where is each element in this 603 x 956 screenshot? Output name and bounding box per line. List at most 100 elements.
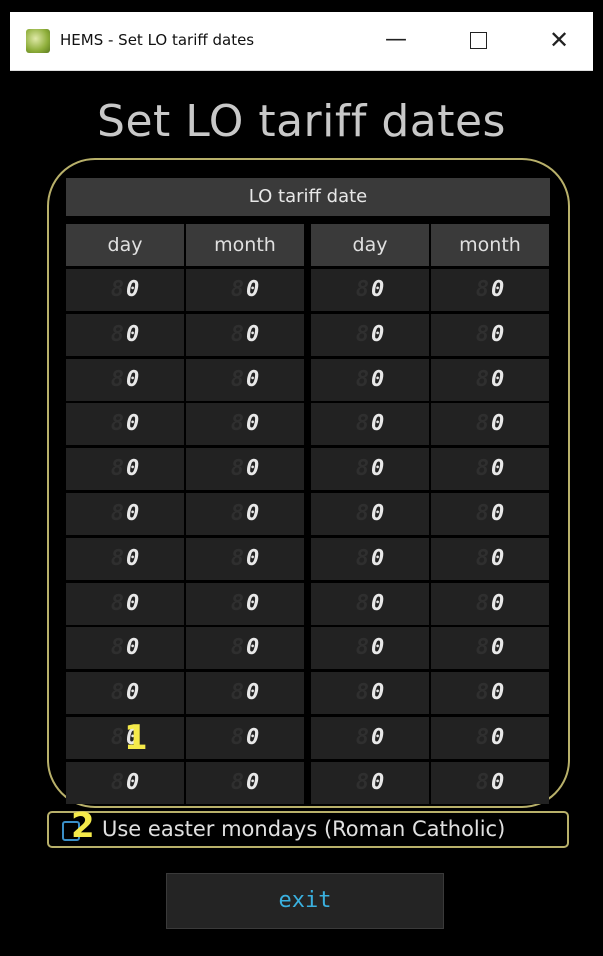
seven-segment-ghost-digit: 8	[230, 590, 244, 616]
date-value: 0	[126, 456, 140, 482]
date-cell-month[interactable]: 80	[431, 537, 549, 580]
seven-segment-ghost-digit: 8	[110, 725, 124, 750]
date-cell-month[interactable]: 80	[431, 403, 549, 446]
table-header: LO tariff date	[66, 178, 550, 216]
date-cell-day[interactable]: 80	[311, 448, 429, 491]
date-value: 0	[491, 635, 505, 661]
close-button[interactable]: ✕	[537, 20, 581, 60]
date-cell-day[interactable]: 80	[66, 358, 184, 401]
column-header-month-left: month	[186, 224, 304, 266]
date-cell-day[interactable]: 80	[311, 358, 429, 401]
date-cell-month[interactable]: 80	[186, 672, 304, 715]
seven-segment-ghost-digit: 8	[475, 725, 489, 750]
date-cell-day[interactable]: 80	[66, 269, 184, 311]
date-cell-month[interactable]: 80	[431, 672, 549, 715]
date-cell-month[interactable]: 80	[186, 761, 304, 804]
seven-segment-ghost-digit: 8	[355, 769, 369, 795]
date-cell-month[interactable]: 80	[186, 717, 304, 759]
date-cell-month[interactable]: 80	[186, 537, 304, 580]
date-cell-day[interactable]: 80	[66, 761, 184, 804]
seven-segment-ghost-digit: 8	[355, 277, 369, 302]
date-cell-day[interactable]: 80	[311, 269, 429, 311]
date-value: 0	[126, 635, 140, 661]
seven-segment-ghost-digit: 8	[355, 411, 369, 437]
date-cell-month[interactable]: 80	[431, 717, 549, 759]
seven-segment-ghost-digit: 8	[355, 725, 369, 750]
seven-segment-ghost-digit: 8	[230, 321, 244, 347]
date-cell-month[interactable]: 80	[431, 313, 549, 356]
seven-segment-ghost-digit: 8	[110, 321, 124, 347]
date-cell-day[interactable]: 80	[311, 537, 429, 580]
date-cell-day[interactable]: 80	[66, 313, 184, 356]
seven-segment-ghost-digit: 8	[355, 680, 369, 706]
date-cell-day[interactable]: 80	[311, 582, 429, 625]
date-cell-day[interactable]: 80	[66, 582, 184, 625]
date-cell-day[interactable]: 80	[311, 313, 429, 356]
date-value: 0	[126, 366, 140, 392]
date-cell-month[interactable]: 80	[431, 582, 549, 625]
date-cell-month[interactable]: 80	[431, 358, 549, 401]
date-cell-day[interactable]: 80	[66, 403, 184, 446]
date-value: 0	[371, 635, 385, 661]
date-cell-day[interactable]: 80	[311, 672, 429, 715]
date-cell-month[interactable]: 80	[431, 627, 549, 670]
exit-button[interactable]: exit	[166, 873, 444, 929]
app-icon	[26, 29, 50, 53]
date-cell-day[interactable]: 80	[311, 627, 429, 670]
date-cell-day[interactable]: 80	[66, 493, 184, 535]
date-cell-day[interactable]: 80	[311, 717, 429, 759]
page-title: Set LO tariff dates	[97, 96, 506, 147]
seven-segment-ghost-digit: 8	[475, 545, 489, 571]
date-value: 0	[371, 501, 385, 526]
date-cell-month[interactable]: 80	[186, 493, 304, 535]
date-cell-day[interactable]: 80	[311, 761, 429, 804]
column-header-day-left: day	[66, 224, 184, 266]
easter-checkbox-label[interactable]: Use easter mondays (Roman Catholic)	[102, 817, 505, 841]
seven-segment-ghost-digit: 8	[355, 545, 369, 571]
date-cell-day[interactable]: 80	[66, 448, 184, 491]
date-cell-month[interactable]: 80	[186, 269, 304, 311]
date-value: 0	[371, 769, 385, 795]
maximize-button[interactable]	[456, 20, 500, 60]
seven-segment-ghost-digit: 8	[230, 635, 244, 661]
date-value: 0	[246, 725, 260, 750]
date-cell-month[interactable]: 80	[431, 269, 549, 311]
seven-segment-ghost-digit: 8	[230, 277, 244, 302]
date-value: 0	[371, 725, 385, 750]
date-cell-day[interactable]: 80	[66, 627, 184, 670]
date-cell-day[interactable]: 80	[66, 672, 184, 715]
date-cell-month[interactable]: 80	[431, 761, 549, 804]
date-cell-month[interactable]: 80	[186, 403, 304, 446]
seven-segment-ghost-digit: 8	[110, 366, 124, 392]
seven-segment-ghost-digit: 8	[110, 411, 124, 437]
seven-segment-ghost-digit: 8	[475, 321, 489, 347]
date-cell-day[interactable]: 80	[66, 537, 184, 580]
date-cell-day[interactable]: 80	[311, 493, 429, 535]
date-value: 0	[126, 769, 140, 795]
column-header-month-right: month	[431, 224, 549, 266]
maximize-icon	[469, 31, 487, 49]
date-cell-month[interactable]: 80	[186, 313, 304, 356]
date-value: 0	[491, 456, 505, 482]
date-value: 0	[246, 590, 260, 616]
seven-segment-ghost-digit: 8	[475, 635, 489, 661]
date-cell-month[interactable]: 80	[186, 448, 304, 491]
date-value: 0	[246, 456, 260, 482]
seven-segment-ghost-digit: 8	[110, 545, 124, 571]
date-cell-month[interactable]: 80	[186, 358, 304, 401]
column-header-day-right: day	[311, 224, 429, 266]
date-value: 0	[126, 411, 140, 437]
date-cell-month[interactable]: 80	[186, 627, 304, 670]
date-cell-month[interactable]: 80	[431, 493, 549, 535]
seven-segment-ghost-digit: 8	[110, 635, 124, 661]
date-cell-day[interactable]: 80	[311, 403, 429, 446]
seven-segment-ghost-digit: 8	[230, 366, 244, 392]
date-value: 0	[491, 366, 505, 392]
date-value: 0	[126, 277, 140, 302]
date-cell-month[interactable]: 80	[186, 582, 304, 625]
minimize-button[interactable]: —	[374, 20, 418, 60]
date-cell-month[interactable]: 80	[431, 448, 549, 491]
seven-segment-ghost-digit: 8	[355, 501, 369, 526]
date-value: 0	[371, 277, 385, 302]
seven-segment-ghost-digit: 8	[230, 545, 244, 571]
